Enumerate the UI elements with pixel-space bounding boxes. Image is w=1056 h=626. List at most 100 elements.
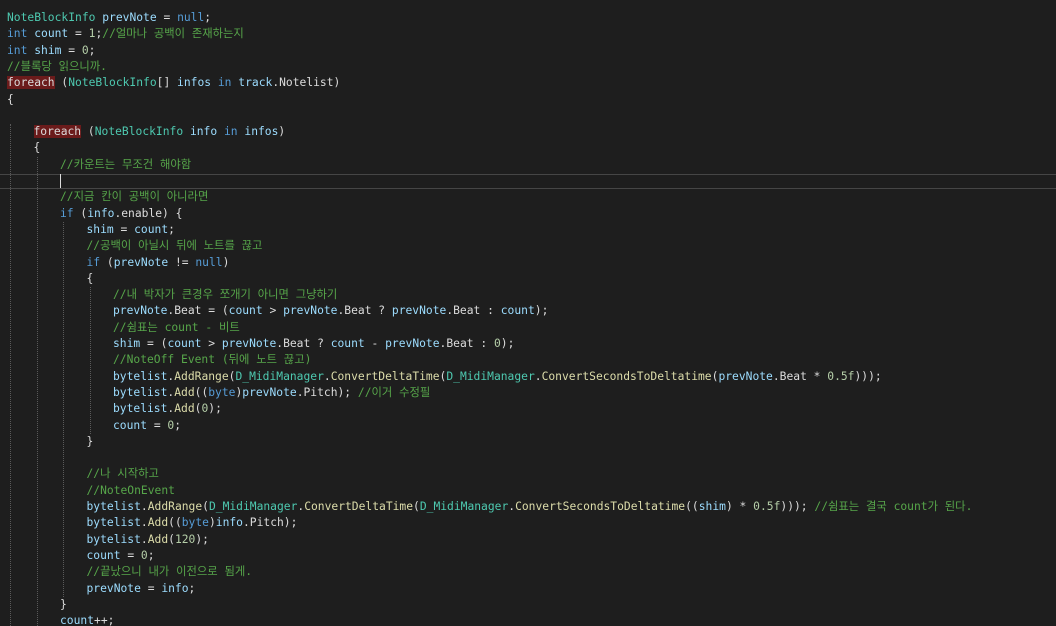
code-token: bytelist <box>113 402 168 416</box>
code-line[interactable]: bytelist.Add((byte)info.Pitch); <box>0 515 1056 531</box>
code-line[interactable]: count++; <box>0 613 1056 626</box>
code-line[interactable]: //지금 칸이 공백이 아니라면 <box>0 189 1056 205</box>
code-line[interactable]: bytelist.Add(120); <box>0 532 1056 548</box>
code-token: != <box>168 255 196 269</box>
code-line[interactable]: if (prevNote != null) <box>0 255 1056 271</box>
code-token: ( <box>413 500 420 513</box>
code-line[interactable]: } <box>0 434 1056 450</box>
code-token: 0.5f <box>753 500 781 513</box>
code-line[interactable]: NoteBlockInfo prevNote = null; <box>0 10 1056 26</box>
code-comment: //끝났으니 내가 이전으로 됨게. <box>86 565 253 579</box>
code-token: foreach <box>7 76 55 90</box>
code-line[interactable]: //공백이 아닐시 뒤에 노트를 끊고 <box>0 238 1056 254</box>
code-token: > <box>201 337 222 350</box>
code-token: bytelist <box>86 500 141 513</box>
code-line[interactable]: prevNote = info; <box>0 581 1056 597</box>
code-comment: //이거 수정필 <box>357 385 431 399</box>
code-line[interactable]: //끝났으니 내가 이전으로 됨게. <box>0 564 1056 580</box>
code-line[interactable] <box>0 450 1056 466</box>
code-token: if <box>86 255 101 269</box>
code-line[interactable] <box>0 108 1056 124</box>
code-token: Add <box>174 402 195 416</box>
code-token: ); <box>500 337 515 350</box>
code-token: .Beat = ( <box>167 304 229 318</box>
code-token: AddRange <box>174 369 229 383</box>
code-token: (( <box>168 516 182 530</box>
code-token: } <box>60 597 67 611</box>
code-line[interactable]: if (info.enable) { <box>0 206 1056 222</box>
code-token: ( <box>73 206 88 220</box>
code-token: ( <box>168 532 175 546</box>
code-token: track <box>238 76 273 90</box>
code-line[interactable]: //NoteOff Event (뒤에 노트 끊고) <box>0 352 1056 368</box>
code-token: . <box>534 369 542 383</box>
code-line[interactable]: foreach (NoteBlockInfo info in infos) <box>0 124 1056 140</box>
code-token: null <box>195 255 223 269</box>
code-token: NoteBlockInfo <box>68 76 157 90</box>
code-editor[interactable]: NoteBlockInfo prevNote = null; int count … <box>0 0 1056 626</box>
code-line[interactable]: //카운트는 무조건 해야함 <box>0 157 1056 173</box>
code-token: prevNote <box>718 369 773 383</box>
code-token: count <box>167 337 202 350</box>
code-token: 120 <box>174 532 196 546</box>
code-token: ( <box>202 500 209 513</box>
code-token: = <box>68 27 89 41</box>
code-line[interactable]: foreach (NoteBlockInfo[] infos in track.… <box>0 75 1056 91</box>
code-line[interactable]: bytelist.AddRange(D_MidiManager.ConvertD… <box>0 499 1056 515</box>
code-token: > <box>262 304 284 318</box>
code-line[interactable]: //블록당 읽으니까. <box>0 59 1056 75</box>
code-token: prevNote <box>113 304 168 318</box>
code-comment: //NoteOff Event (뒤에 노트 끊고) <box>113 353 312 367</box>
code-token: (( <box>685 500 699 513</box>
code-token: prevNote <box>385 337 440 350</box>
code-line[interactable]: { <box>0 92 1056 108</box>
code-token: ( <box>100 255 114 269</box>
code-token: prevNote <box>86 581 141 595</box>
code-line[interactable]: count = 0; <box>0 418 1056 434</box>
code-token: prevNote <box>242 385 297 399</box>
code-token: ) * <box>725 500 754 513</box>
code-line[interactable]: bytelist.Add((byte)prevNote.Pitch); //이거… <box>0 385 1056 401</box>
code-token: count <box>228 304 263 318</box>
code-token: { <box>86 271 94 285</box>
code-token: AddRange <box>147 500 203 513</box>
code-line[interactable]: count = 0; <box>0 548 1056 564</box>
code-token: ); <box>195 532 209 546</box>
code-line[interactable]: shim = (count > prevNote.Beat ? count - … <box>0 336 1056 352</box>
code-token: ; <box>147 548 155 562</box>
code-token: { <box>7 92 14 106</box>
code-line[interactable]: bytelist.AddRange(D_MidiManager.ConvertD… <box>0 369 1056 385</box>
code-line[interactable]: prevNote.Beat = (count > prevNote.Beat ?… <box>0 303 1056 319</box>
code-comment: //쉼표는 결국 count가 된다. <box>814 500 973 513</box>
code-line[interactable]: //내 박자가 큰경우 쪼개기 아니면 그냥하기 <box>0 287 1056 303</box>
code-token: = <box>147 418 168 432</box>
code-token: prevNote <box>221 337 277 350</box>
code-line[interactable]: int count = 1;//얼마나 공백이 존재하는지 <box>0 26 1056 42</box>
code-line[interactable]: bytelist.Add(0); <box>0 401 1056 417</box>
code-comment: //내 박자가 큰경우 쪼개기 아니면 그냥하기 <box>113 288 338 302</box>
code-token: 0 <box>81 43 89 57</box>
code-token: Add <box>147 516 169 530</box>
code-line[interactable]: int shim = 0; <box>0 43 1056 59</box>
code-line[interactable]: //나 시작하고 <box>0 466 1056 482</box>
code-line[interactable]: //쉼표는 count - 비트 <box>0 320 1056 336</box>
code-token: . <box>323 369 331 383</box>
code-token: ; <box>174 418 182 432</box>
code-token: ; <box>168 222 175 236</box>
code-token: count <box>60 614 95 626</box>
code-comment: //공백이 아닐시 뒤에 노트를 끊고 <box>86 239 263 253</box>
code-token: ( <box>81 125 95 139</box>
code-line[interactable]: { <box>0 140 1056 156</box>
code-line[interactable]: shim = count; <box>0 222 1056 238</box>
code-line[interactable]: //NoteOnEvent <box>0 483 1056 499</box>
code-token: bytelist <box>113 369 168 383</box>
code-line[interactable]: { <box>0 271 1056 287</box>
code-line[interactable]: } <box>0 597 1056 613</box>
code-line[interactable] <box>0 173 1056 189</box>
code-token: = <box>140 581 162 595</box>
code-token: ))); <box>854 369 882 383</box>
code-token: count <box>134 222 169 236</box>
